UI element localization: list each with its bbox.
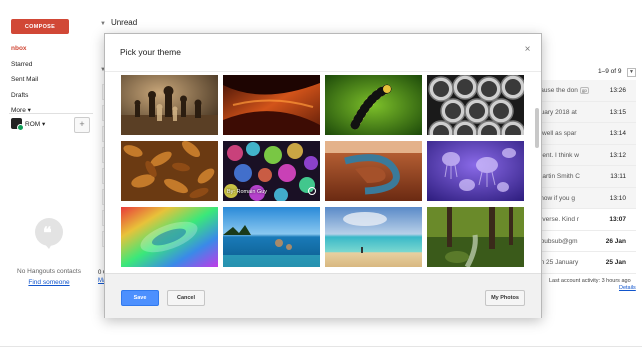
email-time: 13:14 [609,130,626,137]
sidebar-item-starred[interactable]: Starred [11,57,38,73]
sidebar-item-drafts[interactable]: Drafts [11,88,38,104]
details-link[interactable]: Details [619,285,636,291]
email-time: 13:15 [609,108,626,116]
dialog-footer: Save Cancel My Photos [105,273,541,318]
email-snippet: e verse. Kind r [537,216,579,223]
theme-thumb-pipes[interactable] [427,75,524,135]
autumn-leaves-theme-image [121,141,218,201]
quote-icon: ❝ [43,225,52,242]
hangouts-username: ROM ▾ [25,120,46,128]
email-snippet: s well as spar [537,130,577,137]
theme-thumb-canyon[interactable] [223,75,320,135]
canyon-arch-theme-image [223,75,320,135]
info-icon[interactable]: i [308,187,316,195]
bottom-divider [0,346,642,347]
email-time: 13:07 [609,216,626,223]
sidebar-item-sent[interactable]: Sent Mail [11,72,38,88]
sidebar-item-inbox[interactable]: nbox [11,41,38,57]
theme-thumb-rainbow[interactable] [121,207,218,267]
email-row[interactable]: Martin Smith C 13:11 [534,166,636,188]
hangouts-user[interactable]: ROM ▾ [11,118,46,131]
email-row[interactable]: npubsub@gm 26 Jan [534,230,636,252]
email-snippet: npubsub@gm [537,237,578,245]
email-time: 13:11 [610,173,626,180]
lake-tahoe-theme-image [223,207,320,267]
dialog-title: Pick your theme [120,47,181,57]
email-snippet: know if you g [537,194,575,202]
sidebar-nav: nbox Starred Sent Mail Drafts More ▾ [11,41,38,119]
email-row[interactable]: s well as spar 13:14 [534,123,636,145]
email-row[interactable]: e verse. Kind r 13:07 [534,209,636,231]
email-time: 13:26 [609,87,626,94]
email-snippet: cause the don gp [537,87,589,94]
avatar [11,118,24,131]
email-time: 26 Jan [605,237,626,245]
pick-theme-dialog: Pick your theme × By: Romain Guy i Save … [104,33,542,318]
my-photos-button[interactable]: My Photos [485,290,525,306]
jellyfish-theme-image [427,141,524,201]
email-snippet: Martin Smith C [537,173,580,180]
email-row[interactable]: know if you g 13:10 [534,187,636,209]
find-someone-link[interactable]: Find someone [0,279,98,286]
email-row[interactable]: on 25 January 25 Jan [534,252,636,274]
email-time: 25 Jan [605,259,626,266]
theme-thumb-leaves[interactable] [121,141,218,201]
page-count: 1–9 of 9 [598,68,622,75]
theme-thumb-horseshoe[interactable] [325,141,422,201]
email-list: cause the don gp 13:26 nuary 2018 at 13:1… [534,80,636,274]
theme-thumb-caterpillar[interactable] [325,75,422,135]
close-icon[interactable]: × [522,44,533,55]
horseshoe-bend-theme-image [325,141,422,201]
rainbow-swirl-theme-image [121,207,218,267]
sidebar-divider [9,113,93,114]
caterpillar-theme-image [325,75,422,135]
last-activity-text: Last account activity: 3 hours ago [549,278,631,284]
email-row[interactable]: cause the don gp 13:26 [534,80,636,102]
sidebar-item-more[interactable]: More ▾ [11,103,38,119]
email-row[interactable]: ment. I think w 13:12 [534,144,636,166]
email-row[interactable]: nuary 2018 at 13:15 [534,101,636,123]
theme-thumb-chess[interactable] [121,75,218,135]
save-button[interactable]: Save [121,290,159,306]
email-snippet: on 25 January [537,259,579,266]
theme-thumb-lake[interactable] [223,207,320,267]
theme-thumb-jellyfish[interactable] [427,141,524,201]
page-count-dropdown-icon[interactable]: ▼ [627,68,636,77]
pipes-theme-image [427,75,524,135]
section-title: Unread [110,18,138,27]
forest-stream-theme-image [427,207,524,267]
collapse-caret-icon: ▼ [100,21,106,27]
email-snippet: nuary 2018 at [537,108,577,116]
add-contact-button[interactable]: + [74,117,90,133]
cancel-button[interactable]: Cancel [167,290,205,306]
section-header[interactable]: ▼ Unread [100,18,137,27]
theme-grid: By: Romain Guy i [105,72,541,273]
theme-thumb-forest[interactable] [427,207,524,267]
theme-thumb-bokeh[interactable]: By: Romain Guy i [223,141,320,201]
email-snippet: ment. I think w [537,151,579,159]
beach-theme-image [325,207,422,267]
theme-thumb-beach[interactable] [325,207,422,267]
photo-credit: By: Romain Guy [227,189,268,195]
no-hangouts-text: No Hangouts contacts [17,268,81,275]
compose-button[interactable]: COMPOSE [11,19,69,34]
email-time: 13:10 [609,194,626,202]
theme-scrollbar[interactable] [535,108,539,148]
email-time: 13:12 [609,151,626,159]
label-badge: gp [579,87,589,94]
chess-theme-image [121,75,218,135]
online-status-icon [17,124,24,131]
